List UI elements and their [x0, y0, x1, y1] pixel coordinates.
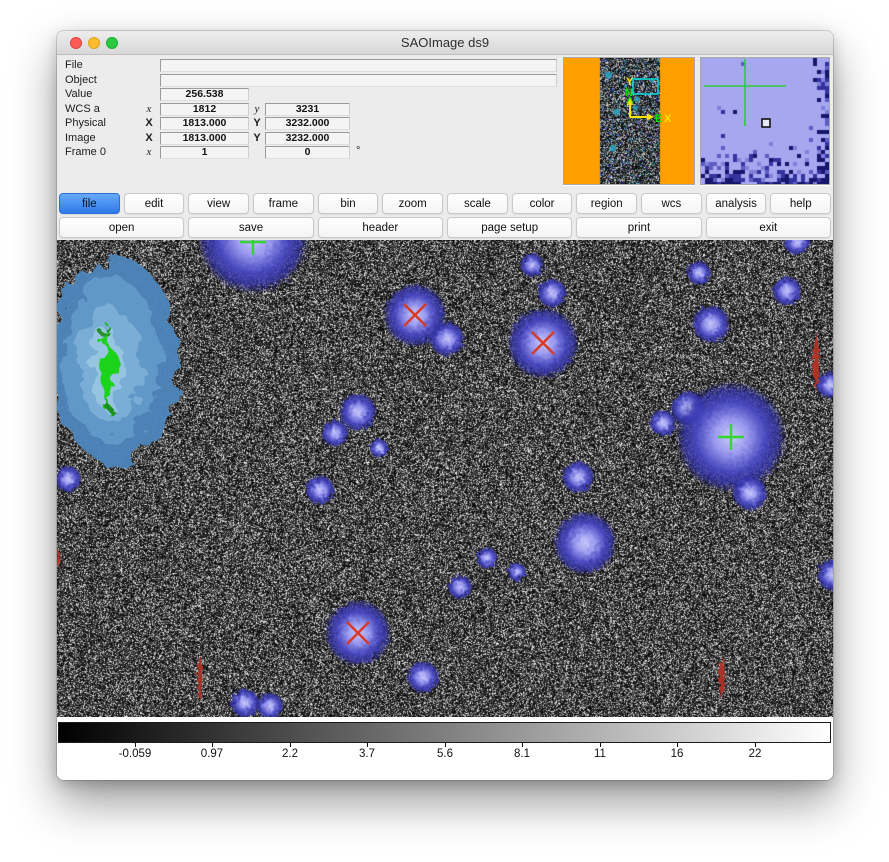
menu-view[interactable]: view — [188, 193, 249, 214]
menu-help[interactable]: help — [770, 193, 831, 214]
magnifier-cursor-box — [762, 119, 770, 127]
image-label: Image — [65, 132, 96, 144]
image-x-field[interactable]: 1813.000 — [160, 132, 249, 145]
object-label: Object — [65, 74, 97, 86]
panner-compass: Y N E X — [564, 58, 694, 184]
menu-region[interactable]: region — [576, 193, 637, 214]
image-y-field[interactable]: 3232.000 — [265, 132, 350, 145]
colorbar-tick — [212, 743, 213, 747]
magnifier-overlay — [701, 58, 829, 184]
physical-label: Physical — [65, 117, 106, 129]
compass-x-arrowhead — [647, 114, 654, 121]
physical-x-field[interactable]: 1813.000 — [160, 117, 249, 130]
colorbar-tick — [677, 743, 678, 747]
menu-scale[interactable]: scale — [447, 193, 508, 214]
frame-label: Frame 0 — [65, 146, 106, 158]
titlebar[interactable]: SAOImage ds9 — [57, 31, 833, 55]
physical-y-field[interactable]: 3232.000 — [265, 117, 350, 130]
colorbar-tick — [135, 743, 136, 747]
frame-angle-field[interactable]: 0 — [265, 146, 350, 159]
ds9-window: SAOImage ds9 File Object Value 256.538 W… — [57, 31, 833, 780]
panner[interactable]: Y N E X — [563, 57, 695, 185]
menu-analysis[interactable]: analysis — [706, 193, 767, 214]
colorbar-tick — [290, 743, 291, 747]
wcs-y-label: y — [251, 103, 263, 115]
menu-wcs[interactable]: wcs — [641, 193, 702, 214]
wcs-x-label: x — [143, 103, 155, 115]
colorbar-tick — [367, 743, 368, 747]
colorbar-label: 0.97 — [182, 748, 242, 760]
menu-frame[interactable]: frame — [253, 193, 314, 214]
colorbar-label: 2.2 — [260, 748, 320, 760]
wcs-x-field[interactable]: 1812 — [160, 103, 249, 116]
value-field[interactable]: 256.538 — [160, 88, 249, 101]
file-action-bar: open save header page setup print exit — [58, 217, 832, 238]
wcs-y-field[interactable]: 3231 — [265, 103, 350, 116]
physical-y-label: Y — [251, 117, 263, 129]
menu-bar: file edit view frame bin zoom scale colo… — [58, 193, 832, 214]
panner-viewbox[interactable] — [633, 79, 658, 94]
colorbar-tick — [600, 743, 601, 747]
file-label: File — [65, 59, 83, 71]
compass-x-label: X — [664, 113, 672, 125]
colorbar-tick — [522, 743, 523, 747]
compass-n-label: N — [625, 87, 633, 99]
compass-e-label: E — [655, 113, 662, 125]
frame-x-label: x — [143, 146, 155, 158]
image-y-label: Y — [251, 132, 263, 144]
degree-symbol: ° — [356, 145, 360, 157]
colorbar-tick — [445, 743, 446, 747]
screen: SAOImage ds9 File Object Value 256.538 W… — [0, 0, 889, 862]
colorbar-label: 3.7 — [337, 748, 397, 760]
magnifier — [700, 57, 830, 185]
colorbar-tick — [755, 743, 756, 747]
object-field[interactable] — [160, 74, 557, 87]
colorbar-label: 16 — [647, 748, 707, 760]
menu-bin[interactable]: bin — [318, 193, 379, 214]
image-x-label: X — [143, 132, 155, 144]
colorbar-label: -0.059 — [105, 748, 165, 760]
window-title: SAOImage ds9 — [57, 35, 833, 50]
colorbar-label: 8.1 — [492, 748, 552, 760]
file-field[interactable] — [160, 59, 557, 72]
menu-zoom[interactable]: zoom — [382, 193, 443, 214]
wcs-label: WCS a — [65, 103, 100, 115]
exit-button[interactable]: exit — [706, 217, 831, 238]
colorbar[interactable] — [58, 722, 831, 743]
open-button[interactable]: open — [59, 217, 184, 238]
menu-edit[interactable]: edit — [124, 193, 185, 214]
colorbar-section: -0.059 0.97 2.2 3.7 5.6 8.1 11 16 22 — [57, 717, 833, 780]
image-display[interactable] — [57, 240, 833, 717]
frame-x-field[interactable]: 1 — [160, 146, 249, 159]
header-button[interactable]: header — [318, 217, 443, 238]
menu-file[interactable]: file — [59, 193, 120, 214]
colorbar-label: 11 — [570, 748, 630, 760]
colorbar-label: 22 — [725, 748, 785, 760]
page-setup-button[interactable]: page setup — [447, 217, 572, 238]
print-button[interactable]: print — [576, 217, 701, 238]
colorbar-label: 5.6 — [415, 748, 475, 760]
physical-x-label: X — [143, 117, 155, 129]
menu-color[interactable]: color — [512, 193, 573, 214]
value-label: Value — [65, 88, 92, 100]
image-canvas[interactable] — [57, 240, 833, 717]
save-button[interactable]: save — [188, 217, 313, 238]
